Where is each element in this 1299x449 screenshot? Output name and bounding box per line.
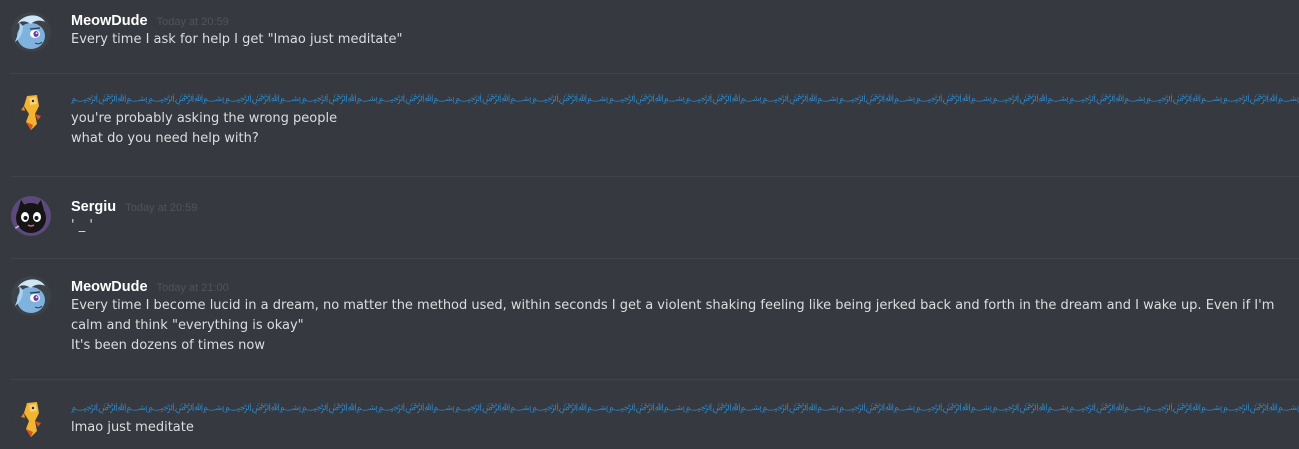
message-text: lmao just meditate	[71, 420, 194, 435]
username[interactable]: MeowDude	[71, 13, 148, 29]
message-content: ﷽﷽﷽﷽﷽﷽﷽﷽﷽﷽﷽﷽﷽﷽﷽﷽﷽﷽﷽﷽﷽﷽﷽﷽﷽﷽﷽﷽﷽ you're pro…	[71, 89, 1299, 149]
avatar[interactable]	[11, 399, 51, 439]
message-text: what do you need help with?	[71, 131, 259, 146]
message-header: ﷽﷽﷽﷽﷽﷽﷽﷽﷽﷽﷽﷽﷽﷽﷽﷽﷽﷽﷽﷽﷽﷽﷽﷽﷽﷽﷽﷽﷽	[71, 89, 1299, 109]
message-header: MeowDude Today at 20:59	[71, 10, 1299, 30]
chat-messages: MeowDude Today at 20:59 Every time I ask…	[0, 0, 1299, 449]
trixie-pony-avatar-icon	[11, 12, 51, 52]
message-divider	[11, 379, 1299, 380]
username[interactable]: Sergiu	[71, 199, 116, 215]
username[interactable]: ﷽﷽﷽﷽﷽﷽﷽﷽﷽﷽﷽﷽﷽﷽﷽﷽﷽﷽﷽﷽﷽﷽﷽﷽﷽﷽﷽﷽﷽	[71, 89, 1299, 109]
cartoon-character-avatar-icon	[11, 399, 51, 439]
message-content: MeowDude Today at 21:00 Every time I bec…	[71, 276, 1299, 356]
message-content: MeowDude Today at 20:59 Every time I ask…	[71, 10, 1299, 50]
message-text: Every time I ask for help I get "lmao ju…	[71, 32, 403, 47]
message-divider	[11, 258, 1299, 259]
message-header: ﷽﷽﷽﷽﷽﷽﷽﷽﷽﷽﷽﷽﷽﷽﷽﷽﷽﷽﷽﷽﷽﷽﷽﷽﷽﷽﷽﷽﷽	[71, 398, 1299, 418]
avatar[interactable]	[11, 276, 51, 316]
black-cat-avatar-icon	[11, 196, 51, 236]
message-content: Sergiu Today at 20:59 ' _ '	[71, 196, 1299, 236]
avatar[interactable]	[11, 196, 51, 236]
avatar[interactable]	[11, 12, 51, 52]
message-content: ﷽﷽﷽﷽﷽﷽﷽﷽﷽﷽﷽﷽﷽﷽﷽﷽﷽﷽﷽﷽﷽﷽﷽﷽﷽﷽﷽﷽﷽ lmao just …	[71, 398, 1299, 438]
avatar[interactable]	[11, 92, 51, 132]
timestamp: Today at 21:00	[156, 282, 229, 294]
message-text: It's been dozens of times now	[71, 338, 265, 353]
username[interactable]: ﷽﷽﷽﷽﷽﷽﷽﷽﷽﷽﷽﷽﷽﷽﷽﷽﷽﷽﷽﷽﷽﷽﷽﷽﷽﷽﷽﷽﷽	[71, 398, 1299, 418]
username[interactable]: MeowDude	[71, 279, 148, 295]
message-text: you're probably asking the wrong people	[71, 111, 338, 126]
message-header: Sergiu Today at 20:59	[71, 196, 1299, 216]
trixie-pony-avatar-icon	[11, 276, 51, 316]
message-text: Every time I become lucid in a dream, no…	[71, 298, 1275, 333]
message-divider	[11, 176, 1299, 177]
timestamp: Today at 20:59	[125, 202, 198, 214]
message-text: ' _ '	[71, 218, 93, 233]
timestamp: Today at 20:59	[156, 16, 229, 28]
message-divider	[11, 73, 1299, 74]
message-header: MeowDude Today at 21:00	[71, 276, 1299, 296]
cartoon-character-avatar-icon	[11, 92, 51, 132]
